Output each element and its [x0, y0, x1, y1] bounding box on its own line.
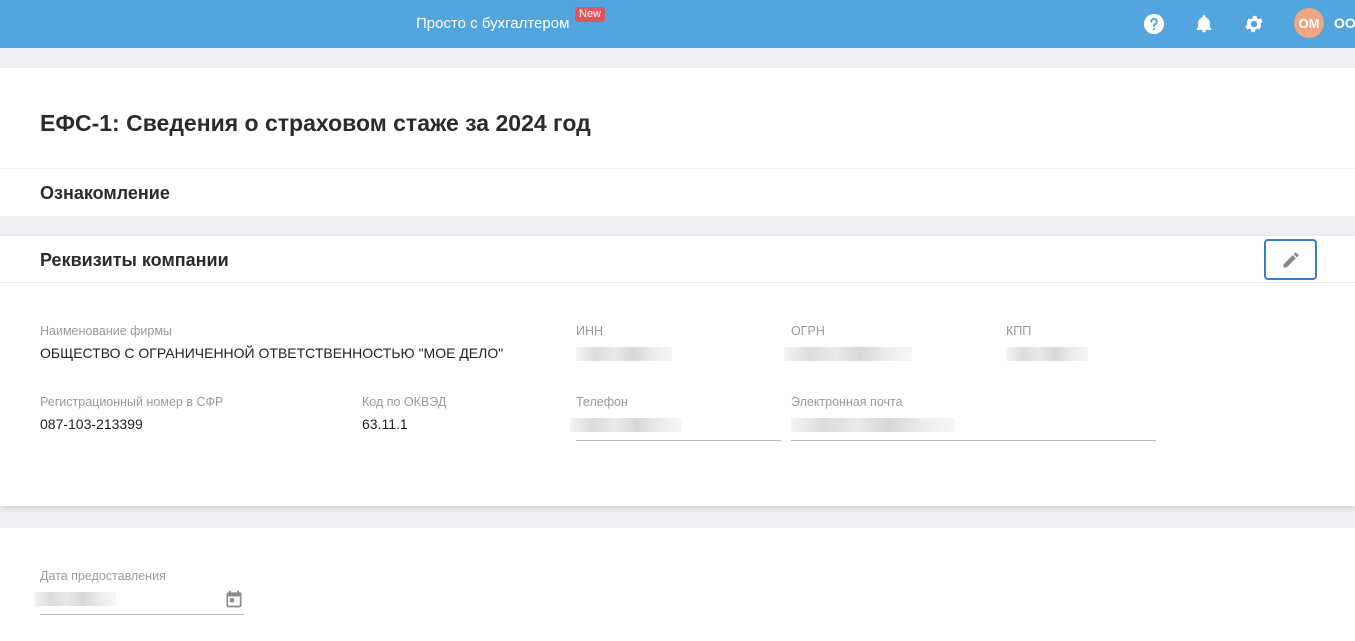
email-field[interactable]: Электронная почта: [791, 395, 1156, 441]
sfr-number-value: 087-103-213399: [40, 416, 143, 432]
email-label: Электронная почта: [791, 395, 903, 409]
bell-icon[interactable]: [1192, 12, 1216, 36]
okved-label: Код по ОКВЭД: [362, 395, 447, 409]
company-name-label: Наименование фирмы: [40, 324, 172, 338]
intro-panel: Ознакомление: [0, 169, 1355, 216]
company-section-header: Реквизиты компании: [0, 236, 1355, 283]
help-icon[interactable]: [1142, 12, 1166, 36]
submission-date-value-redacted: [34, 592, 116, 606]
edit-company-button[interactable]: [1264, 239, 1317, 280]
ogrn-value-redacted: [784, 347, 912, 361]
top-bar: Просто с бухгалтером New ОМ ОО: [0, 0, 1355, 48]
ogrn-label: ОГРН: [791, 324, 825, 338]
pencil-icon: [1283, 251, 1298, 267]
phone-label: Телефон: [576, 395, 628, 409]
inn-label: ИНН: [576, 324, 604, 338]
submission-panel: Дата предоставления: [0, 528, 1355, 641]
phone-value-redacted: [570, 418, 682, 432]
inn-field: ИНН: [576, 324, 672, 361]
submission-date-field[interactable]: Дата предоставления: [34, 569, 244, 615]
company-name-field: Наименование фирмы ОБЩЕСТВО С ОГРАНИЧЕНН…: [40, 324, 503, 361]
avatar[interactable]: ОМ: [1294, 8, 1324, 38]
phone-field[interactable]: Телефон: [570, 395, 781, 441]
gear-icon[interactable]: [1242, 12, 1266, 36]
kpp-label: КПП: [1006, 324, 1032, 338]
new-badge: New: [575, 7, 606, 22]
ogrn-field: ОГРН: [784, 324, 912, 361]
inn-value-redacted: [576, 347, 672, 361]
title-panel: ЕФС-1: Сведения о страховом стаже за 202…: [0, 68, 1355, 168]
promo-link[interactable]: Просто с бухгалтером: [416, 15, 569, 32]
page-title: ЕФС-1: Сведения о страховом стаже за 202…: [40, 110, 591, 136]
okved-field: Код по ОКВЭД 63.11.1: [362, 395, 446, 432]
email-value-redacted: [791, 418, 955, 432]
sfr-number-field: Регистрационный номер в СФР 087-103-2133…: [40, 395, 223, 432]
company-section-title: Реквизиты компании: [40, 250, 229, 270]
kpp-value-redacted: [1006, 347, 1088, 361]
okved-value: 63.11.1: [362, 416, 408, 432]
sfr-number-label: Регистрационный номер в СФР: [40, 395, 224, 409]
company-name-value: ОБЩЕСТВО С ОГРАНИЧЕННОЙ ОТВЕТСТВЕННОСТЬЮ…: [40, 345, 504, 361]
submission-date-label: Дата предоставления: [40, 569, 166, 583]
company-panel: Реквизиты компании Наименование фирмы ОБ…: [0, 236, 1355, 506]
user-name[interactable]: ОО: [1334, 15, 1355, 31]
intro-section-header[interactable]: Ознакомление: [40, 183, 170, 204]
calendar-icon[interactable]: [224, 588, 244, 615]
kpp-field: КПП: [1006, 324, 1088, 361]
